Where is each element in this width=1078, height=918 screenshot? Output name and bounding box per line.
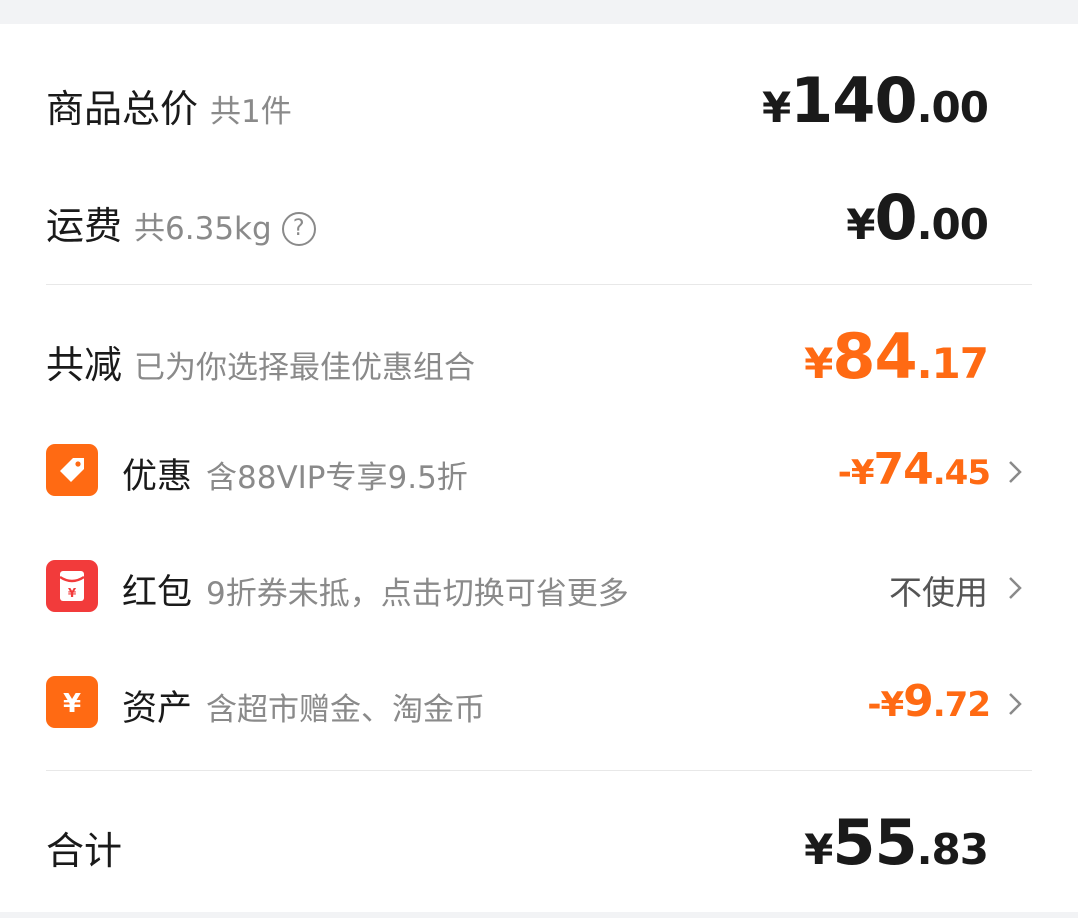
shipping-int: 0 [874, 181, 917, 254]
coupon-dec: .45 [932, 453, 991, 493]
shipping-weight: 共6.35kg [134, 211, 272, 247]
assets-amount: -¥9.72 [867, 676, 991, 727]
total-row: 合计 ¥55.83 [0, 806, 1078, 886]
coupon-amount: -¥74.45 [837, 444, 991, 495]
discount-total-price: ¥84.17 [804, 320, 989, 393]
red-packet-icon: ¥ [46, 560, 98, 612]
assets-prefix: -¥ [867, 685, 904, 725]
question-circle-icon[interactable]: ? [281, 211, 316, 246]
assets-sub: 含超市赠金、淘金币 [206, 692, 486, 728]
shipping-price: ¥0.00 [846, 181, 989, 254]
goods-count: 共1件 [210, 94, 292, 130]
shipping-label-group: 运费 共6.35kg? [46, 195, 316, 250]
goods-total-row: 商品总价 共1件 ¥140.00 [0, 64, 1078, 144]
chevron-right-icon[interactable] [1002, 568, 1028, 608]
order-summary-card: 商品总价 共1件 ¥140.00 运费 共6.35kg? ¥0.00 共减 已为你选择… [0, 24, 1078, 912]
discount-int: 84 [832, 320, 917, 393]
discount-total-row: 共减 已为你选择最佳优惠组合 ¥84.17 [0, 320, 1078, 400]
total-price: ¥55.83 [804, 806, 989, 879]
assets-label-group: 资产 含超市赠金、淘金币 [122, 680, 485, 731]
goods-total-label-group: 商品总价 共1件 [46, 78, 292, 133]
coupon-label-group: 优惠 含88VIP专享9.5折 [122, 448, 468, 499]
svg-text:¥: ¥ [68, 586, 77, 600]
discount-label-group: 共减 已为你选择最佳优惠组合 [46, 334, 475, 389]
yen-asset-icon: ¥ [46, 676, 98, 728]
discount-total-label: 共减 [46, 343, 123, 387]
red-packet-row[interactable]: ¥ 红包 9折券未抵，点击切换可省更多 不使用 [0, 558, 1078, 618]
total-dec: .83 [916, 825, 989, 874]
tag-icon [46, 444, 98, 496]
red-packet-label-group: 红包 9折券未抵，点击切换可省更多 [122, 564, 629, 615]
coupon-label: 优惠 [122, 457, 193, 497]
goods-total-int: 140 [790, 64, 917, 137]
assets-int: 9 [903, 676, 934, 727]
coupon-prefix: -¥ [837, 453, 875, 493]
red-packet-sub: 9折券未抵，点击切换可省更多 [206, 576, 629, 612]
coupon-int: 74 [873, 444, 934, 495]
divider [46, 770, 1032, 771]
chevron-right-icon[interactable] [1002, 452, 1028, 492]
coupon-row[interactable]: 优惠 含88VIP专享9.5折 -¥74.45 [0, 442, 1078, 502]
divider [46, 284, 1032, 285]
goods-total-price: ¥140.00 [761, 64, 989, 137]
total-int: 55 [832, 806, 917, 879]
svg-text:¥: ¥ [63, 689, 81, 718]
coupon-sub: 含88VIP专享9.5折 [206, 460, 468, 496]
total-yen: ¥ [804, 825, 833, 874]
goods-total-dec: .00 [916, 83, 989, 132]
shipping-dec: .00 [916, 200, 989, 249]
assets-label: 资产 [122, 689, 193, 729]
goods-total-yen: ¥ [761, 83, 791, 132]
shipping-yen: ¥ [846, 200, 875, 249]
discount-note: 已为你选择最佳优惠组合 [134, 350, 476, 386]
discount-yen: ¥ [804, 339, 833, 388]
chevron-right-icon[interactable] [1002, 684, 1028, 724]
total-label: 合计 [46, 829, 123, 873]
red-packet-status: 不使用 [889, 573, 988, 612]
assets-dec: .72 [932, 685, 991, 725]
goods-total-label: 商品总价 [46, 87, 199, 131]
red-packet-label: 红包 [122, 573, 193, 613]
shipping-label: 运费 [46, 204, 123, 248]
discount-dec: .17 [916, 339, 989, 388]
assets-row[interactable]: ¥ 资产 含超市赠金、淘金币 -¥9.72 [0, 674, 1078, 734]
shipping-row: 运费 共6.35kg? ¥0.00 [0, 181, 1078, 261]
